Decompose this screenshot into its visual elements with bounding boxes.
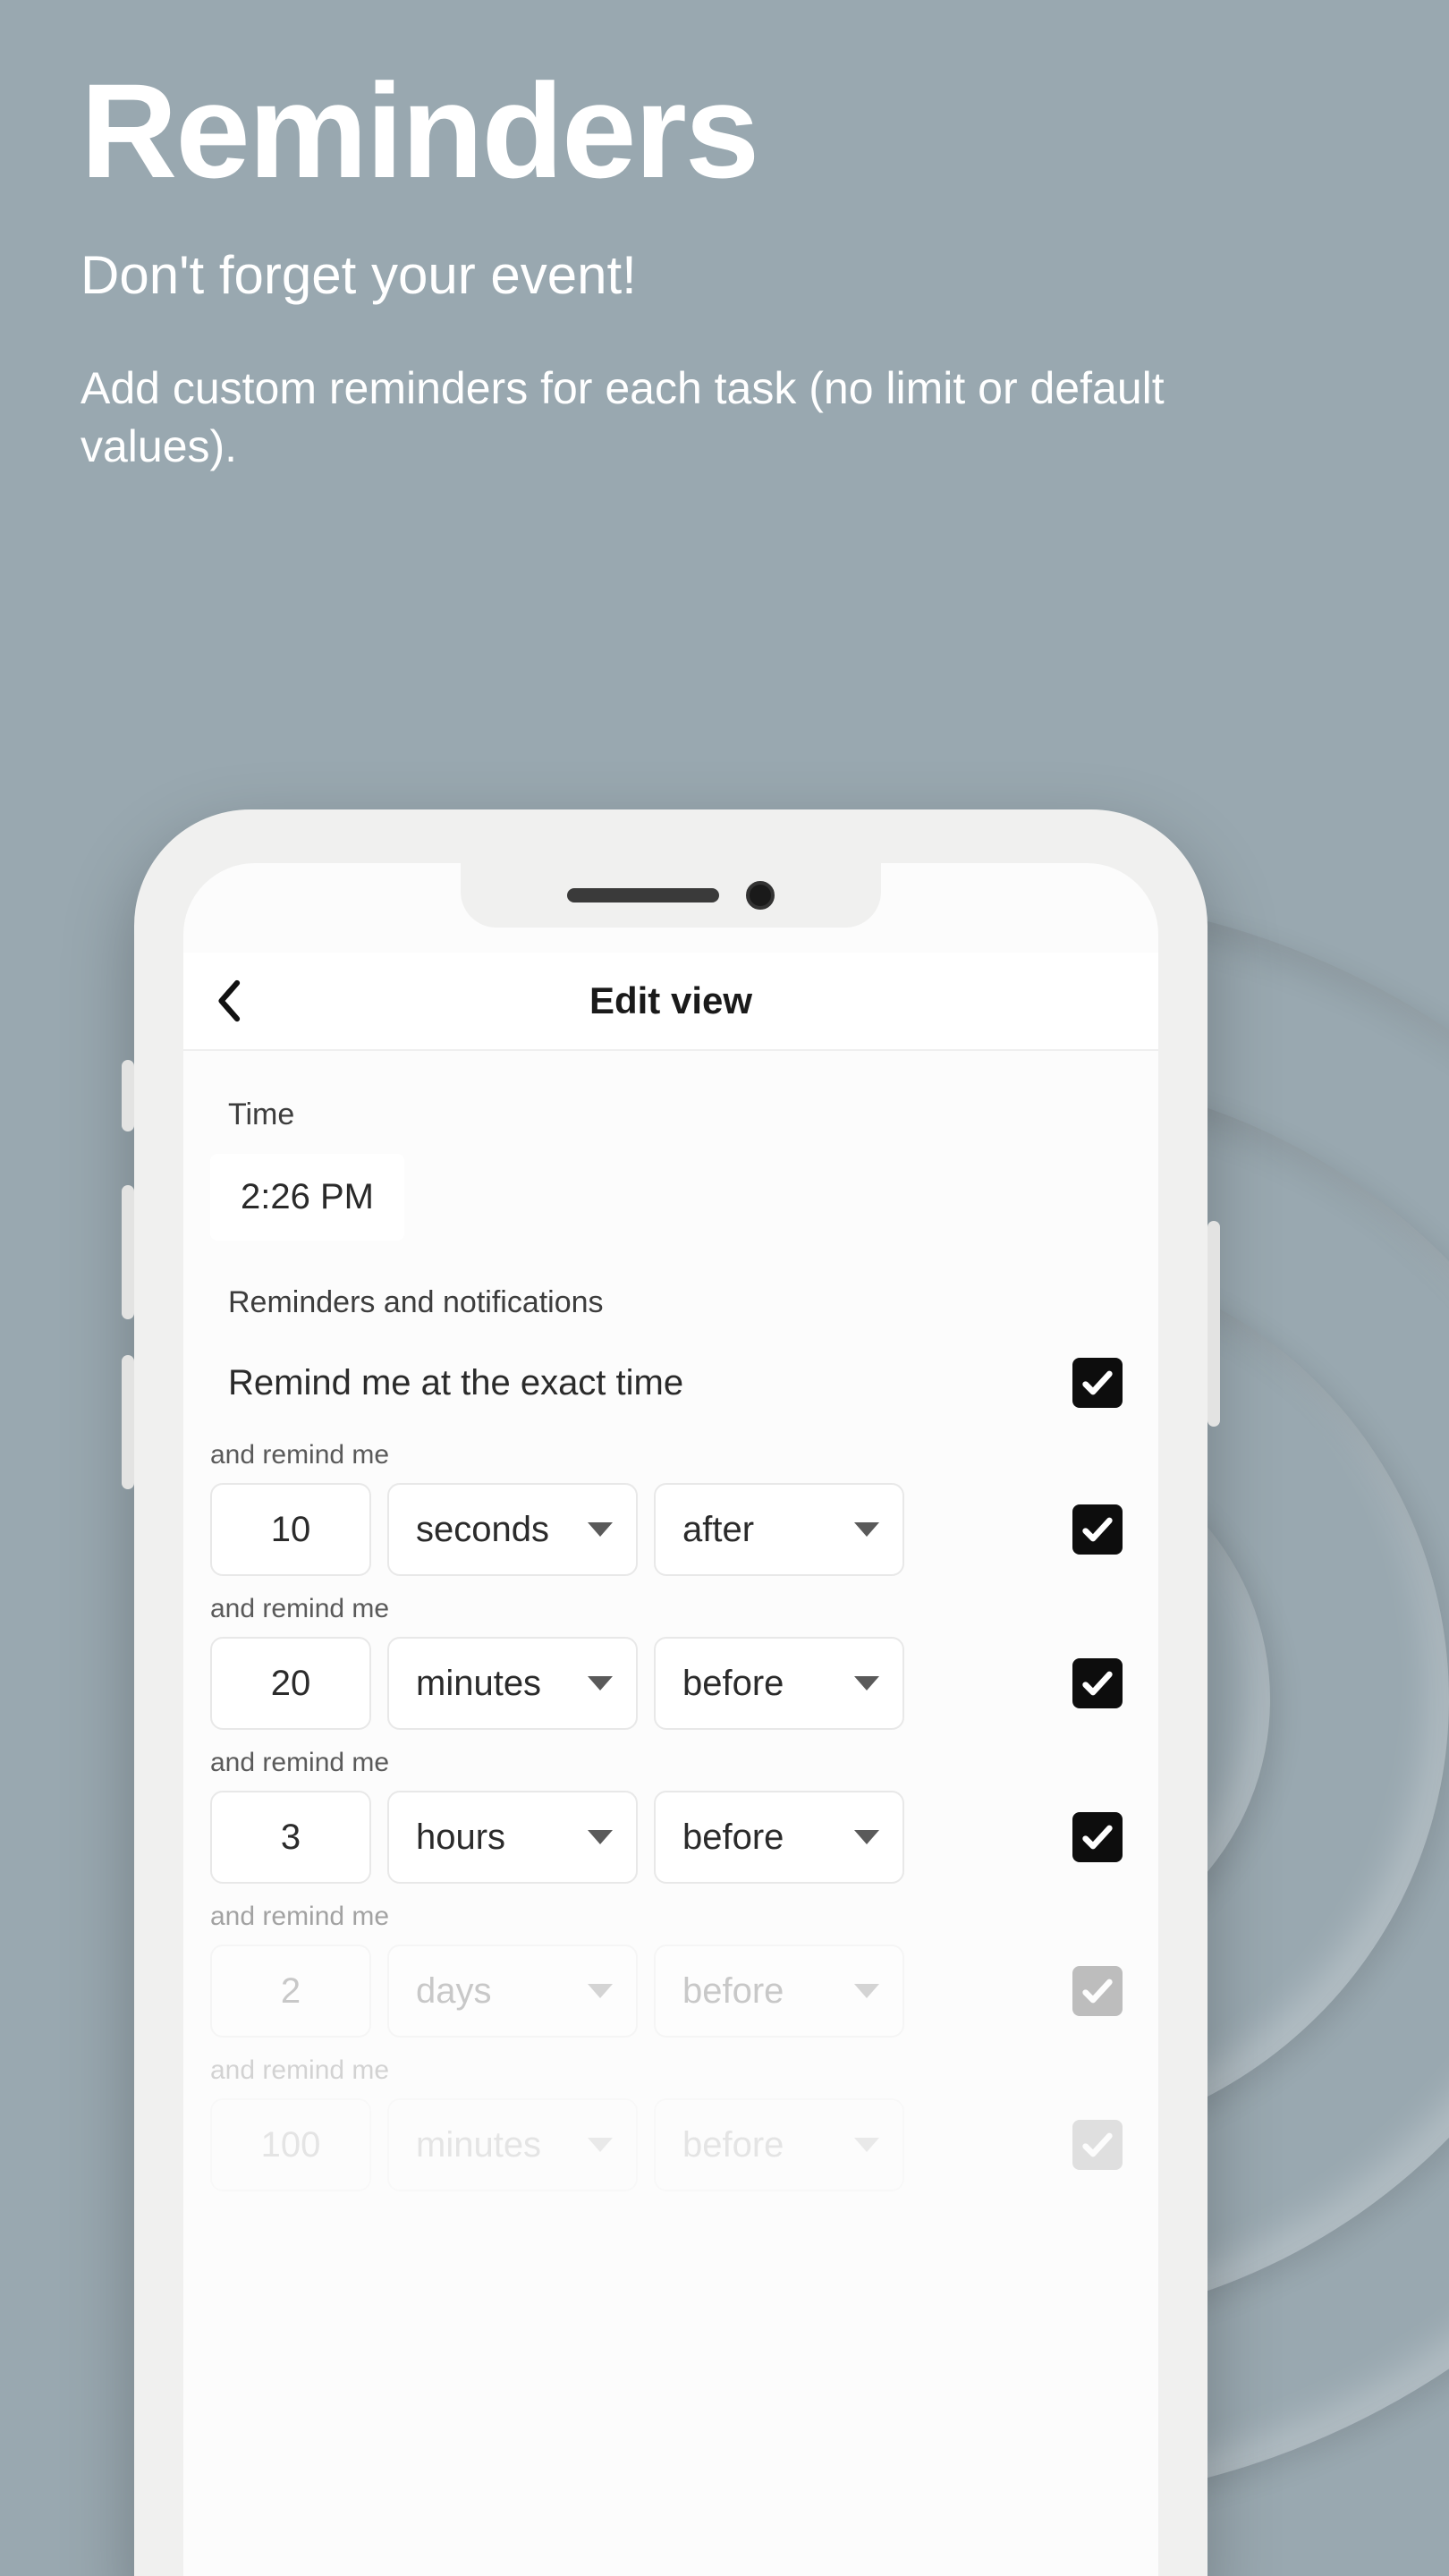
chevron-down-icon [588, 2138, 613, 2152]
check-icon [1080, 1512, 1115, 1547]
chevron-down-icon [854, 1522, 879, 1537]
and-remind-label: and remind me [210, 2045, 1131, 2098]
phone-frame: Edit view Time 2:26 PM Reminders and not… [134, 809, 1208, 2576]
phone-side-button [122, 1355, 134, 1489]
reminder-unit-value: hours [416, 1818, 505, 1858]
reminder-relation-value: before [682, 1818, 784, 1858]
time-section-label: Time [210, 1089, 1131, 1154]
and-remind-label: and remind me [210, 1583, 1131, 1637]
reminder-relation-value: before [682, 1971, 784, 2012]
chevron-down-icon [588, 1984, 613, 1998]
phone-screen: Edit view Time 2:26 PM Reminders and not… [183, 863, 1158, 2576]
promo-title: Reminders [80, 54, 1368, 208]
chevron-down-icon [854, 1830, 879, 1844]
chevron-down-icon [588, 1676, 613, 1690]
reminder-amount-input[interactable]: 100 [210, 2098, 371, 2191]
phone-side-button [122, 1060, 134, 1131]
reminder-unit-select[interactable]: seconds [387, 1483, 638, 1576]
reminder-relation-select[interactable]: before [654, 1791, 904, 1884]
reminder-relation-select[interactable]: before [654, 1637, 904, 1730]
reminder-unit-select[interactable]: days [387, 1945, 638, 2038]
reminder-unit-select[interactable]: minutes [387, 2098, 638, 2191]
reminder-unit-select[interactable]: hours [387, 1791, 638, 1884]
camera-icon [746, 881, 775, 910]
phone-side-button [122, 1185, 134, 1319]
reminders-section-label: Reminders and notifications [210, 1276, 1131, 1342]
reminder-checkbox[interactable] [1072, 1966, 1123, 2016]
reminder-amount-input[interactable]: 10 [210, 1483, 371, 1576]
reminder-relation-select[interactable]: after [654, 1483, 904, 1576]
reminder-checkbox[interactable] [1072, 2120, 1123, 2170]
reminder-checkbox[interactable] [1072, 1658, 1123, 1708]
check-icon [1080, 1819, 1115, 1855]
exact-time-checkbox[interactable] [1072, 1358, 1123, 1408]
check-icon [1080, 1365, 1115, 1401]
speaker-icon [567, 888, 719, 902]
notch [461, 863, 881, 928]
reminder-unit-value: minutes [416, 2125, 541, 2165]
phone-side-button [1208, 1221, 1220, 1427]
chevron-down-icon [588, 1830, 613, 1844]
check-icon [1080, 1973, 1115, 2009]
exact-time-reminder-label: Remind me at the exact time [210, 1363, 683, 1403]
reminder-unit-value: minutes [416, 1664, 541, 1704]
check-icon [1080, 1665, 1115, 1701]
reminder-relation-value: before [682, 1664, 784, 1704]
reminder-relation-value: before [682, 2125, 784, 2165]
reminder-checkbox[interactable] [1072, 1504, 1123, 1555]
reminder-unit-value: seconds [416, 1510, 549, 1550]
chevron-down-icon [854, 1676, 879, 1690]
reminder-relation-value: after [682, 1510, 754, 1550]
screen-header: Edit view [183, 953, 1158, 1051]
reminder-checkbox[interactable] [1072, 1812, 1123, 1862]
reminder-unit-value: days [416, 1971, 492, 2012]
page-title: Edit view [183, 979, 1158, 1022]
content-area: Time 2:26 PM Reminders and notifications… [183, 1062, 1158, 2576]
chevron-down-icon [588, 1522, 613, 1537]
back-button[interactable] [183, 979, 273, 1023]
reminder-amount-input[interactable]: 20 [210, 1637, 371, 1730]
reminder-relation-select[interactable]: before [654, 2098, 904, 2191]
chevron-down-icon [854, 1984, 879, 1998]
and-remind-label: and remind me [210, 1737, 1131, 1791]
time-field[interactable]: 2:26 PM [210, 1154, 404, 1241]
reminder-unit-select[interactable]: minutes [387, 1637, 638, 1730]
and-remind-label: and remind me [210, 1429, 1131, 1483]
promo-subtitle: Don't forget your event! [80, 244, 1368, 306]
chevron-left-icon [214, 979, 242, 1023]
promo-description: Add custom reminders for each task (no l… [80, 360, 1333, 476]
and-remind-label: and remind me [210, 1891, 1131, 1945]
reminder-amount-input[interactable]: 3 [210, 1791, 371, 1884]
reminder-amount-input[interactable]: 2 [210, 1945, 371, 2038]
chevron-down-icon [854, 2138, 879, 2152]
reminder-relation-select[interactable]: before [654, 1945, 904, 2038]
check-icon [1080, 2127, 1115, 2163]
